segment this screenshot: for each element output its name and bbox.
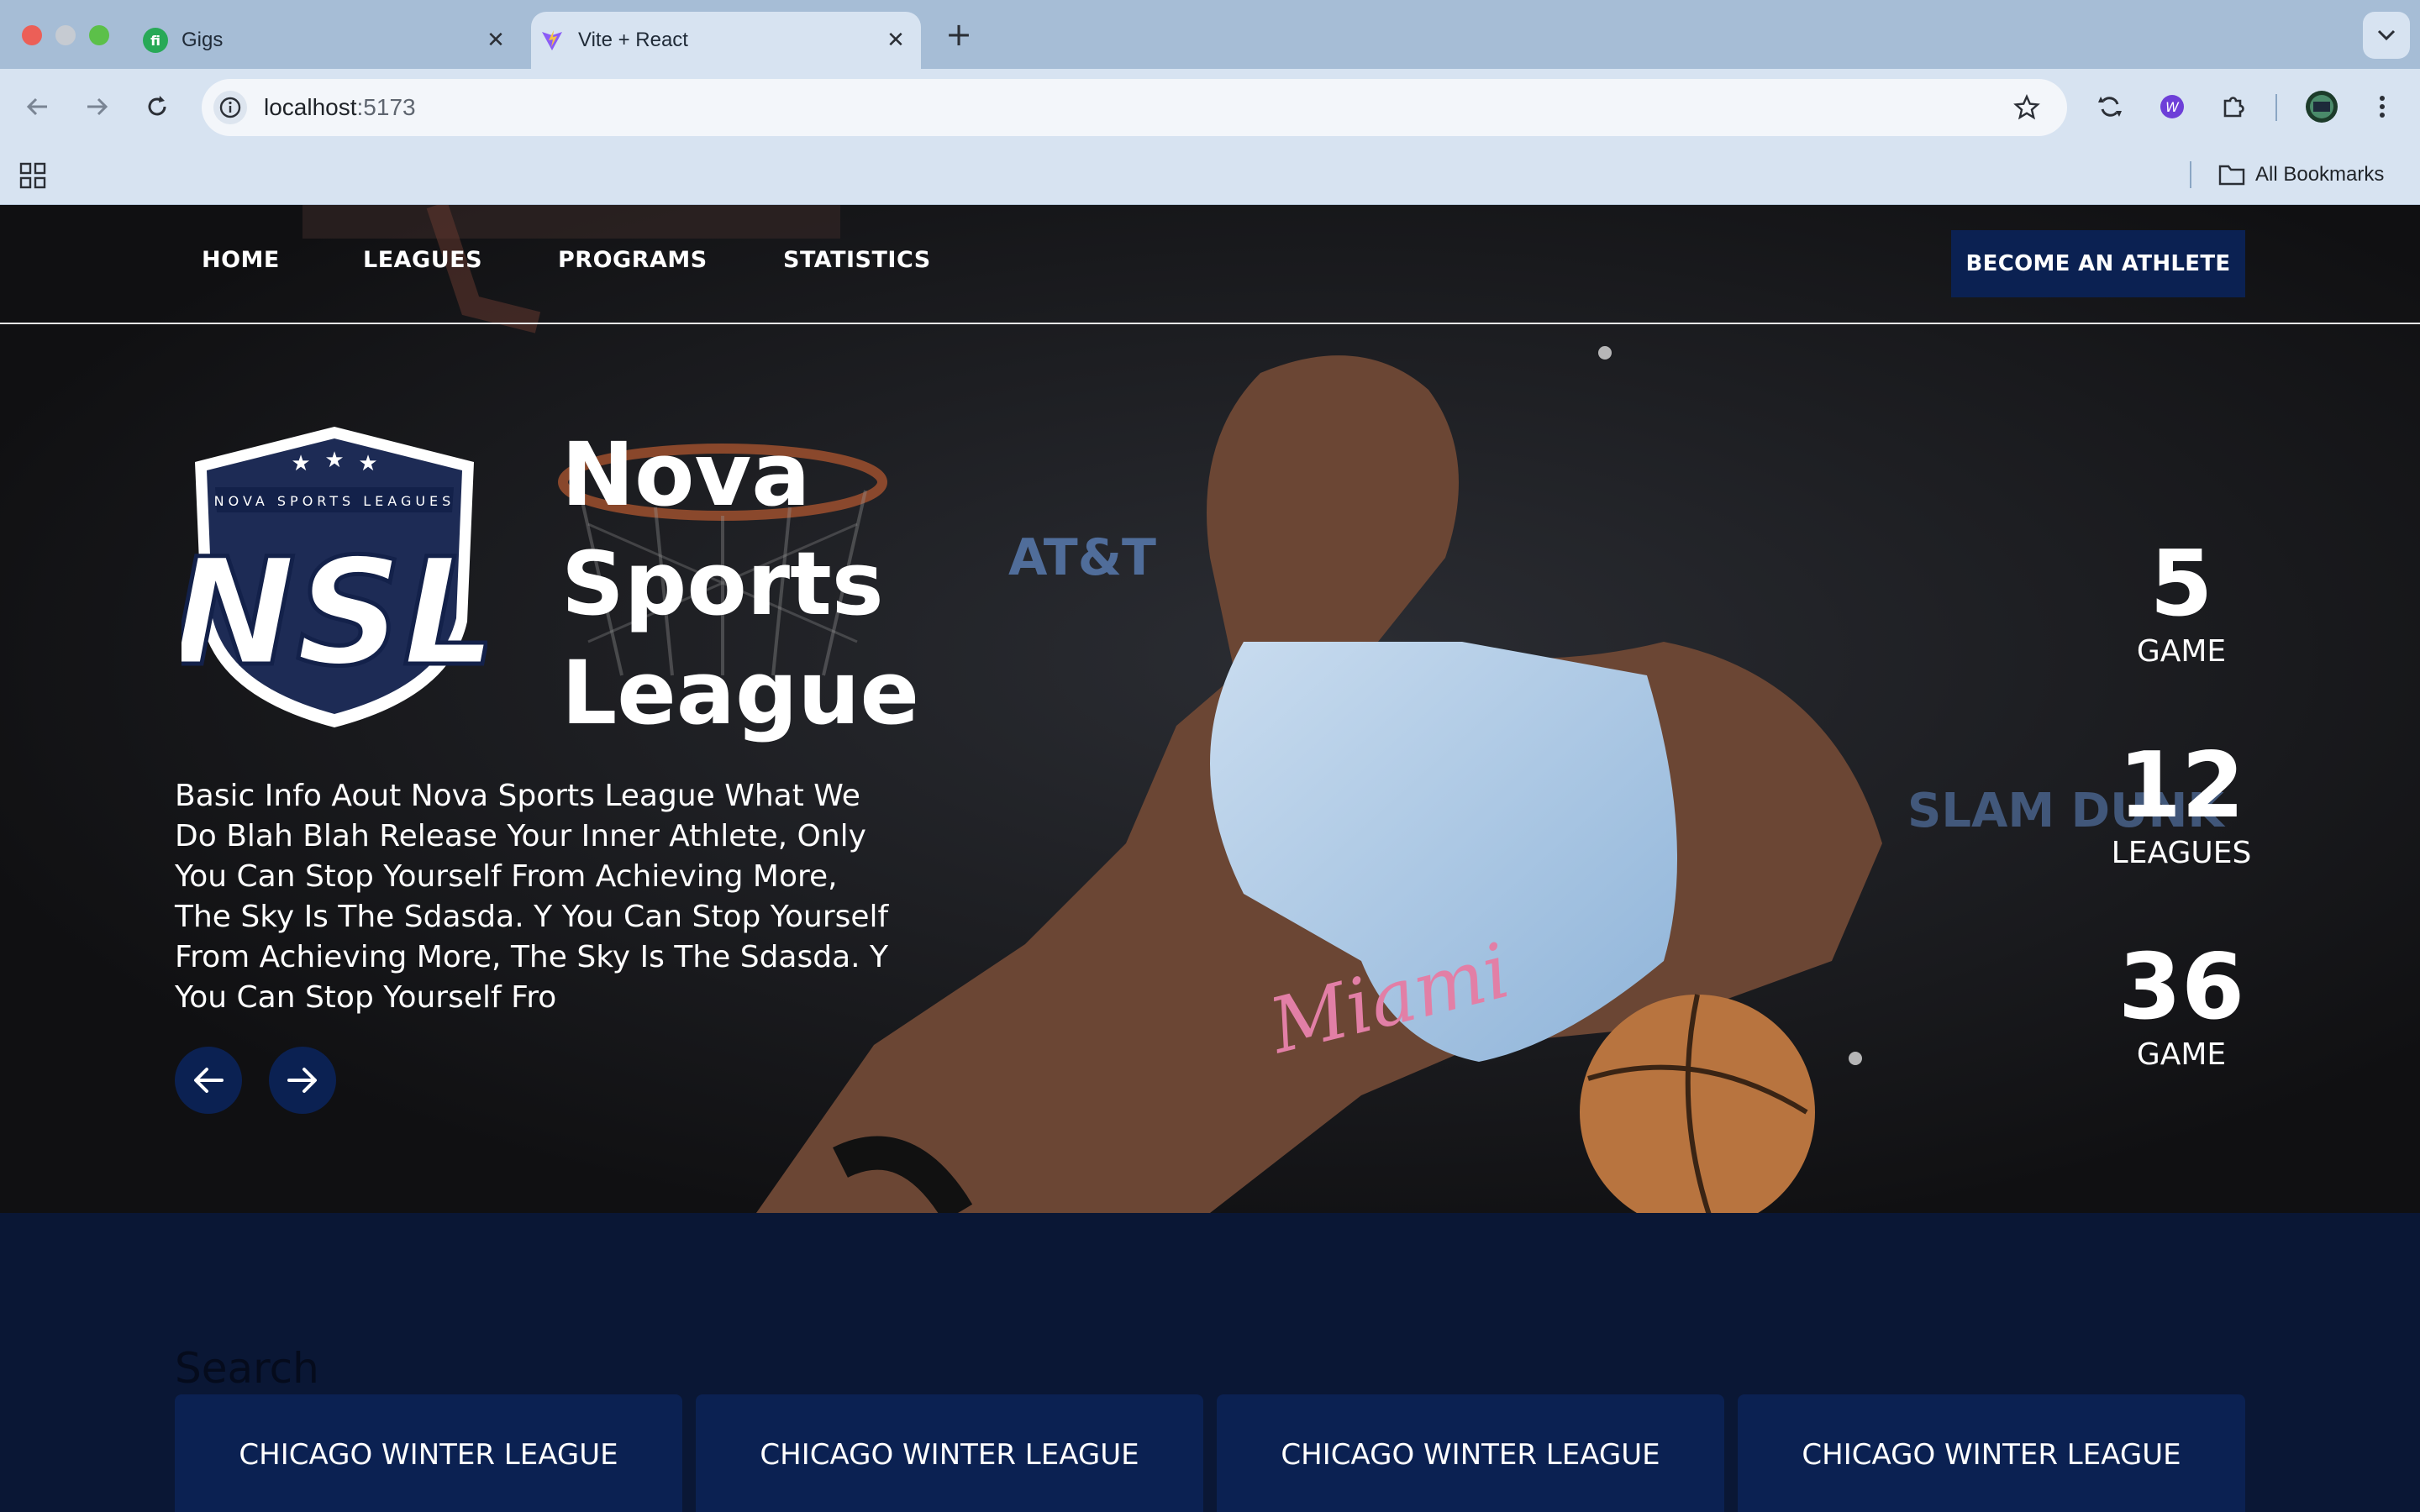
nav-statistics-link[interactable]: STATISTICS: [783, 247, 931, 273]
hero-title-line-2: Sports: [561, 533, 884, 635]
back-arrow-icon[interactable]: [18, 87, 57, 126]
nsl-shield-logo: NOVA SPORTS LEAGUES ★ ★ ★ NSL: [182, 427, 487, 727]
tab-search-chevron-icon[interactable]: [2363, 12, 2410, 59]
league-card[interactable]: CHICAGO WINTER LEAGUE: [1738, 1394, 2245, 1512]
nav-home-link[interactable]: HOME: [202, 247, 280, 273]
leagues-section: Search CHICAGO WINTER LEAGUE CHICAGO WIN…: [0, 1213, 2420, 1512]
hero-title: Nova Sports League: [561, 420, 948, 748]
carousel-prev-button[interactable]: [175, 1047, 242, 1114]
hero-title-line-1: Nova: [561, 423, 811, 526]
bookmark-star-icon[interactable]: [2010, 91, 2044, 124]
search-label: Search: [175, 1344, 319, 1393]
all-bookmarks-label: All Bookmarks: [2255, 163, 2385, 186]
browser-menu-icon[interactable]: [2363, 87, 2402, 126]
svg-text:W: W: [2165, 99, 2180, 115]
window-close-button[interactable]: [22, 25, 42, 45]
svg-text:★: ★: [291, 451, 310, 476]
league-name: CHICAGO WINTER LEAGUE: [1281, 1438, 1660, 1472]
tab-title: Gigs: [182, 29, 224, 51]
site-info-icon[interactable]: [213, 91, 247, 124]
folder-icon: [2218, 165, 2245, 186]
browser-tab-vite-react[interactable]: Vite + React ✕: [531, 12, 921, 69]
svg-text:★: ★: [324, 448, 344, 473]
stat-games-2: 36 GAME: [2081, 941, 2282, 1074]
window-zoom-button[interactable]: [89, 25, 109, 45]
url-host: localhost: [264, 94, 357, 120]
profile-avatar-icon[interactable]: [2302, 87, 2341, 126]
stat-label: GAME: [2136, 1037, 2227, 1072]
toolbar-divider: [2275, 94, 2277, 121]
bookmarks-bar: All Bookmarks: [0, 144, 2420, 205]
stat-value: 5: [2149, 532, 2213, 637]
logo-top-text: NOVA SPORTS LEAGUES: [214, 493, 455, 509]
nav-leagues-link[interactable]: LEAGUES: [363, 247, 482, 273]
stat-label: LEAGUES: [2111, 836, 2252, 870]
page-viewport: AT&T SLAM DUNK Miami HOME LEAGUES PROGRA…: [0, 205, 2420, 1512]
vite-favicon-icon: [539, 28, 565, 53]
browser-tab-strip: fi Gigs ✕ Vite + React ✕ +: [0, 0, 2420, 69]
hero-title-line-3: League: [561, 642, 920, 744]
window-minimize-button[interactable]: [55, 25, 76, 45]
become-athlete-button[interactable]: BECOME AN ATHLETE: [1951, 230, 2245, 297]
site-navbar: HOME LEAGUES PROGRAMS STATISTICS BECOME …: [0, 205, 2420, 324]
stat-games: 5 GAME: [2081, 538, 2282, 670]
url-text: localhost:5173: [264, 94, 416, 121]
hero-description: Basic Info Aout Nova Sports League What …: [175, 779, 889, 1015]
close-tab-icon[interactable]: ✕: [881, 25, 911, 55]
league-name: CHICAGO WINTER LEAGUE: [239, 1438, 618, 1472]
address-bar[interactable]: localhost:5173: [202, 79, 2067, 136]
league-name: CHICAGO WINTER LEAGUE: [1802, 1438, 2181, 1472]
forward-arrow-icon[interactable]: [77, 87, 116, 126]
sync-icon[interactable]: [2091, 87, 2129, 126]
stat-label: GAME: [2136, 634, 2227, 669]
stat-leagues: 12 LEAGUES: [2081, 739, 2282, 872]
url-port: :5173: [356, 94, 416, 120]
stat-value: 36: [2118, 935, 2245, 1040]
tab-title: Vite + React: [578, 29, 688, 51]
reload-icon[interactable]: [138, 87, 176, 126]
league-card[interactable]: CHICAGO WINTER LEAGUE: [175, 1394, 682, 1512]
extension-w-icon[interactable]: W: [2153, 87, 2191, 126]
nav-programs-link[interactable]: PROGRAMS: [558, 247, 708, 273]
svg-text:AT&T: AT&T: [1008, 528, 1156, 587]
arrow-left-icon: [194, 1068, 224, 1093]
apps-grid-icon[interactable]: [18, 161, 47, 190]
browser-tab-gigs[interactable]: fi Gigs ✕: [134, 12, 521, 69]
league-card[interactable]: CHICAGO WINTER LEAGUE: [1217, 1394, 1724, 1512]
browser-toolbar: localhost:5173 W: [0, 69, 2420, 144]
stat-value: 12: [2118, 733, 2245, 838]
gigs-favicon-icon: fi: [143, 28, 168, 53]
bookmarks-divider: [2190, 161, 2191, 188]
carousel-next-button[interactable]: [269, 1047, 336, 1114]
close-tab-icon[interactable]: ✕: [481, 25, 511, 55]
league-card[interactable]: CHICAGO WINTER LEAGUE: [696, 1394, 1203, 1512]
all-bookmarks-button[interactable]: All Bookmarks: [2218, 158, 2384, 192]
arrow-right-icon: [287, 1068, 317, 1093]
svg-text:★: ★: [358, 451, 377, 476]
logo-nsl-mark: NSL: [182, 527, 487, 699]
extensions-puzzle-icon[interactable]: [2215, 87, 2254, 126]
league-name: CHICAGO WINTER LEAGUE: [760, 1438, 1139, 1472]
new-tab-plus-icon[interactable]: +: [939, 15, 978, 54]
hero-section: AT&T SLAM DUNK Miami HOME LEAGUES PROGRA…: [0, 205, 2420, 1213]
